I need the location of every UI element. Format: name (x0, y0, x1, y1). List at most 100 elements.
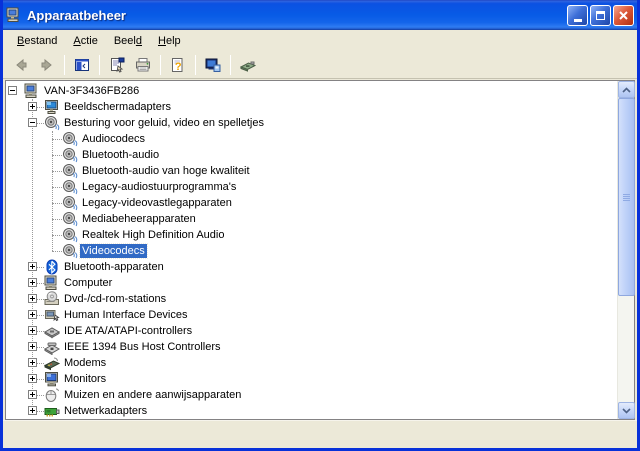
tree-connector-line (52, 155, 62, 156)
modem-icon (44, 355, 60, 371)
tree-item-label[interactable]: Videocodecs (79, 243, 148, 259)
expand-expander[interactable] (28, 294, 37, 303)
expand-expander[interactable] (28, 310, 37, 319)
tree-item-label[interactable]: Modems (62, 356, 108, 370)
properties-button[interactable] (105, 54, 129, 77)
tree-item-van-3f3436fb286[interactable]: VAN-3F3436FB286 (6, 83, 617, 99)
expand-expander[interactable] (28, 326, 37, 335)
tree-item-dvd-cd-rom-stations[interactable]: Dvd-/cd-rom-stations (6, 291, 617, 307)
expand-expander[interactable] (28, 406, 37, 415)
tree-item-realtek-high-definition-audio[interactable]: Realtek High Definition Audio (6, 227, 617, 243)
device-tree: VAN-3F3436FB286 Beeldschermadapters Bestur… (6, 81, 617, 419)
tree-item-label[interactable]: VAN-3F3436FB286 (42, 84, 141, 98)
chevron-up-icon (622, 86, 631, 93)
tree-item-label[interactable]: Bluetooth-apparaten (62, 260, 166, 274)
speaker-icon (62, 131, 78, 147)
expand-expander[interactable] (28, 390, 37, 399)
tree-item-label[interactable]: Bluetooth-audio (80, 148, 161, 162)
tree-item-label[interactable]: Mediabeheerapparaten (80, 212, 198, 226)
expand-expander[interactable] (28, 278, 37, 287)
ide-controller-icon (44, 323, 60, 339)
forward-icon (39, 57, 55, 73)
tree-item-label[interactable]: Human Interface Devices (62, 308, 190, 322)
vertical-scrollbar[interactable] (617, 81, 635, 419)
tree-item-monitors[interactable]: Monitors (6, 371, 617, 387)
tree-item-label[interactable]: Legacy-videovastlegapparaten (80, 196, 234, 210)
statusbar (3, 420, 637, 447)
tree-item-bluetooth-audio-van-hoge-kwaliteit[interactable]: Bluetooth-audio van hoge kwaliteit (6, 163, 617, 179)
tree-item-ieee-1394-bus-host-controllers[interactable]: IEEE 1394 Bus Host Controllers (6, 339, 617, 355)
tree-item-videocodecs[interactable]: Videocodecs (6, 243, 617, 259)
tree-item-label[interactable]: Netwerkadapters (62, 404, 149, 418)
tree-item-modems[interactable]: Modems (6, 355, 617, 371)
toolbar-separator (64, 55, 65, 75)
toolbar-separator (99, 55, 100, 75)
tree-item-label[interactable]: Realtek High Definition Audio (80, 228, 226, 242)
close-icon (619, 10, 628, 20)
tree-item-ide-ata-atapi-controllers[interactable]: IDE ATA/ATAPI-controllers (6, 323, 617, 339)
tree-item-bluetooth-apparaten[interactable]: Bluetooth-apparaten (6, 259, 617, 275)
tree-item-label[interactable]: IDE ATA/ATAPI-controllers (62, 324, 194, 338)
expand-expander[interactable] (28, 358, 37, 367)
toolbar-separator (195, 55, 196, 75)
tree-item-label[interactable]: Monitors (62, 372, 108, 386)
help-button[interactable]: ? (166, 54, 190, 77)
maximize-button[interactable] (590, 4, 611, 26)
tree-item-beeldschermadapters[interactable]: Beeldschermadapters (6, 99, 617, 115)
tree-item-label[interactable]: Beeldschermadapters (62, 100, 173, 114)
expand-expander[interactable] (28, 342, 37, 351)
tree-item-legacy-audiostuurprogramma-s[interactable]: Legacy-audiostuurprogramma's (6, 179, 617, 195)
tree-item-label[interactable]: IEEE 1394 Bus Host Controllers (62, 340, 223, 354)
speaker-icon (62, 227, 78, 243)
forward-button[interactable] (35, 54, 59, 77)
show-console-tree-button[interactable] (70, 54, 94, 77)
print-button[interactable] (131, 54, 155, 77)
expand-expander[interactable] (28, 262, 37, 271)
expand-expander[interactable] (28, 374, 37, 383)
svg-text:?: ? (175, 61, 182, 73)
expand-expander[interactable] (28, 102, 37, 111)
minimize-icon (573, 18, 582, 22)
collapse-expander[interactable] (28, 118, 37, 127)
scrollbar-thumb[interactable] (618, 98, 635, 296)
tree-item-label[interactable]: Computer (62, 276, 114, 290)
menu-bestand[interactable]: Bestand (9, 32, 65, 50)
device-manager-computer-icon (6, 7, 22, 23)
computer-icon (24, 83, 40, 99)
tree-item-label[interactable]: Dvd-/cd-rom-stations (62, 292, 168, 306)
menu-actie[interactable]: Actie (65, 32, 105, 50)
toolbar-separator (230, 55, 231, 75)
tree-item-label[interactable]: Muizen en andere aanwijsapparaten (62, 388, 243, 402)
tree-item-computer[interactable]: Computer (6, 275, 617, 291)
back-button[interactable] (9, 54, 33, 77)
tree-item-mediabeheerapparaten[interactable]: Mediabeheerapparaten (6, 211, 617, 227)
tree-item-label[interactable]: Besturing voor geluid, video en spelletj… (62, 116, 266, 130)
window-title: Apparaatbeheer (27, 7, 126, 23)
back-icon (13, 57, 29, 73)
minimize-button[interactable] (567, 4, 588, 26)
scan-hardware-button[interactable] (236, 54, 260, 77)
titlebar[interactable]: Apparaatbeheer (3, 0, 637, 30)
tree-item-netwerkadapters[interactable]: Netwerkadapters (6, 403, 617, 419)
collapse-expander[interactable] (8, 86, 17, 95)
content-area: VAN-3F3436FB286 Beeldschermadapters Bestur… (5, 80, 635, 420)
properties-icon (109, 57, 125, 73)
tree-item-label[interactable]: Audiocodecs (80, 132, 147, 146)
scroll-up-button[interactable] (618, 81, 635, 98)
scroll-down-button[interactable] (618, 402, 635, 419)
tree-item-human-interface-devices[interactable]: Human Interface Devices (6, 307, 617, 323)
speaker-icon (62, 211, 78, 227)
tree-item-audiocodecs[interactable]: Audiocodecs (6, 131, 617, 147)
update-driver-button[interactable] (201, 54, 225, 77)
tree-item-legacy-videovastlegapparaten[interactable]: Legacy-videovastlegapparaten (6, 195, 617, 211)
speaker-icon (62, 195, 78, 211)
close-button[interactable] (613, 4, 634, 26)
tree-item-label[interactable]: Bluetooth-audio van hoge kwaliteit (80, 164, 252, 178)
tree-item-bluetooth-audio[interactable]: Bluetooth-audio (6, 147, 617, 163)
menu-help[interactable]: Help (150, 32, 189, 50)
tree-connector-line (52, 235, 62, 236)
menu-beeld[interactable]: Beeld (106, 32, 150, 50)
tree-item-label[interactable]: Legacy-audiostuurprogramma's (80, 180, 238, 194)
tree-item-besturing-voor-geluid-video-en-spelletjes[interactable]: Besturing voor geluid, video en spelletj… (6, 115, 617, 131)
tree-item-muizen-en-andere-aanwijsapparaten[interactable]: Muizen en andere aanwijsapparaten (6, 387, 617, 403)
